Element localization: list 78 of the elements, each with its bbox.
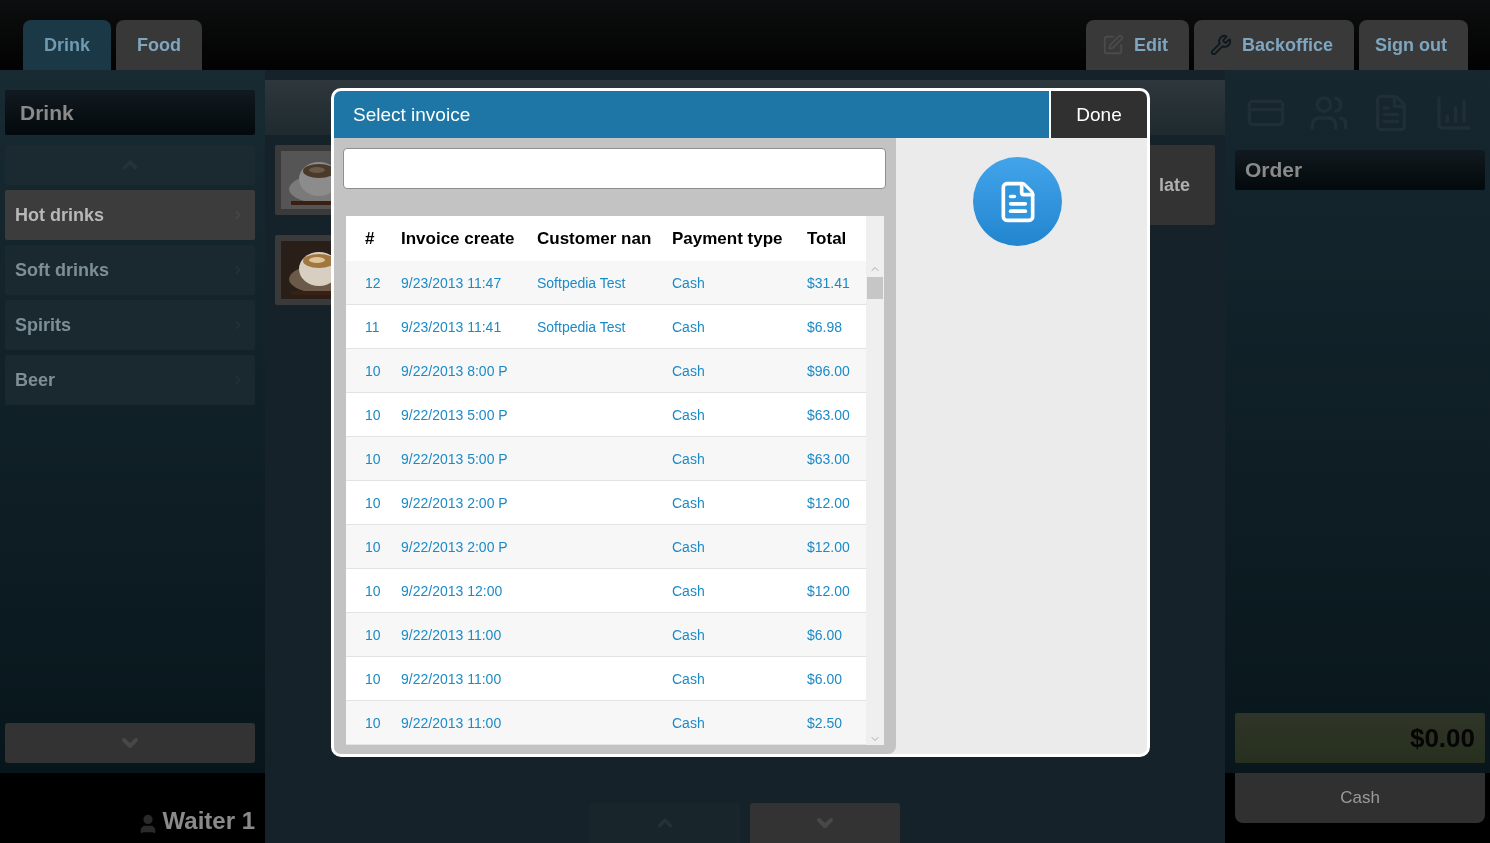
table-cell-text: 10	[365, 626, 382, 643]
table-cell-text: 9/22/2013 12:00	[401, 582, 504, 599]
table-cell-text: $96.00	[807, 362, 851, 379]
table-cell-text: Cash	[672, 582, 706, 599]
table-cell-text: Cash	[672, 538, 706, 555]
page-down-button[interactable]	[750, 803, 900, 843]
table-cell-text: 10	[365, 362, 382, 379]
table-cell-text: $6.98	[807, 318, 844, 335]
table-cell-text: Softpedia Test	[537, 318, 627, 335]
table-cell-text: Cash	[672, 626, 706, 643]
table-cell-text: 9/23/2013 11:41	[401, 318, 503, 335]
table-cell-text: Cash	[672, 714, 706, 731]
table-cell-text: 10	[365, 582, 382, 599]
table-cell-text: 9/23/2013 11:47	[401, 274, 503, 291]
table-cell-text: Cash	[672, 406, 706, 423]
table-cell-text: Cash	[672, 494, 706, 511]
table-cell-text: 9/22/2013 11:00	[401, 670, 503, 687]
table-cell-text: 10	[365, 494, 382, 511]
table-cell-text: 9/22/2013 11:00	[401, 626, 503, 643]
table-cell-text: Cash	[672, 318, 706, 335]
table-cell-text: $12.00	[807, 582, 851, 599]
column-header: Invoice create	[401, 228, 516, 249]
order-title: Order	[1235, 150, 1485, 190]
table-cell-text: Cash	[672, 362, 706, 379]
invoice-row[interactable]: 10 9/22/2013 11:00 Cash $2.50	[346, 701, 866, 745]
search-field[interactable]	[343, 148, 886, 189]
table-cell-text: $2.50	[807, 714, 844, 731]
category-tab[interactable]: Drink	[23, 20, 111, 70]
table-cell-text: 9/22/2013 8:00 P	[401, 362, 509, 379]
invoice-row[interactable]: 10 9/22/2013 2:00 P Cash $12.00	[346, 525, 866, 569]
table-cell-text: $63.00	[807, 406, 851, 423]
table-cell-text: 12	[365, 274, 382, 291]
cash-button[interactable]: Cash	[1235, 773, 1485, 823]
table-cell-text: 9/22/2013 2:00 P	[401, 538, 509, 555]
toolbar-button[interactable]: Sign out	[1359, 20, 1468, 70]
scrollbar[interactable]	[866, 216, 884, 745]
category-tab[interactable]: Food	[116, 20, 202, 70]
table-cell-text: $12.00	[807, 494, 851, 511]
category-item[interactable]: Soft drinks	[5, 245, 255, 295]
category-item[interactable]: Hot drinks	[5, 190, 255, 240]
column-header: Customer nan	[537, 228, 653, 249]
table-cell-text: Cash	[672, 450, 706, 467]
table-cell-text: Cash	[672, 274, 706, 291]
table-cell-text: 9/22/2013 5:00 P	[401, 406, 509, 423]
column-header: #	[365, 228, 376, 249]
table-cell-text: 9/22/2013 2:00 P	[401, 494, 509, 511]
table-cell-text: 11	[365, 318, 381, 335]
invoice-row[interactable]: 10 9/22/2013 5:00 P Cash $63.00	[346, 437, 866, 481]
invoice-row[interactable]: 10 9/22/2013 11:00 Cash $6.00	[346, 613, 866, 657]
toolbar-button[interactable]: Backoffice	[1193, 20, 1354, 70]
invoice-row[interactable]: 12 9/23/2013 11:47 Softpedia Test Cash $31.41	[346, 261, 866, 305]
dialog-title: Select invoice	[334, 91, 1049, 138]
column-header: Payment type	[672, 228, 784, 249]
panel-title: Drink	[5, 90, 255, 135]
wrench-icon	[1209, 34, 1232, 56]
column-header: Total	[807, 228, 848, 249]
table-cell-text: 10	[365, 670, 382, 687]
table-cell-text: $6.00	[807, 670, 844, 687]
table-cell-text: $31.41	[807, 274, 851, 291]
invoice-row[interactable]: 10 9/22/2013 8:00 P Cash $96.00	[346, 349, 866, 393]
scrollbar-thumb[interactable]	[867, 277, 883, 299]
user-name: Waiter 1	[162, 807, 255, 835]
scroll-down-button[interactable]	[5, 723, 255, 763]
toolbar-button[interactable]: Edit	[1085, 20, 1189, 70]
table-cell-text: 10	[365, 406, 382, 423]
table-cell-text: 10	[365, 450, 382, 467]
table-cell-text: Softpedia Test	[537, 274, 627, 291]
table-cell-text: 9/22/2013 11:00	[401, 714, 503, 731]
table-cell-text: $63.00	[807, 450, 851, 467]
done-button[interactable]: Done	[1051, 91, 1147, 138]
table-cell-text: 10	[365, 714, 382, 731]
table-cell-text: $6.00	[807, 626, 844, 643]
table-cell-text: Cash	[672, 670, 706, 687]
category-item[interactable]: Spirits	[5, 300, 255, 350]
table-cell-text: $12.00	[807, 538, 851, 555]
category-item[interactable]: Beer	[5, 355, 255, 405]
table-cell-text: 9/22/2013 5:00 P	[401, 450, 509, 467]
table-cell-text: 10	[365, 538, 382, 555]
